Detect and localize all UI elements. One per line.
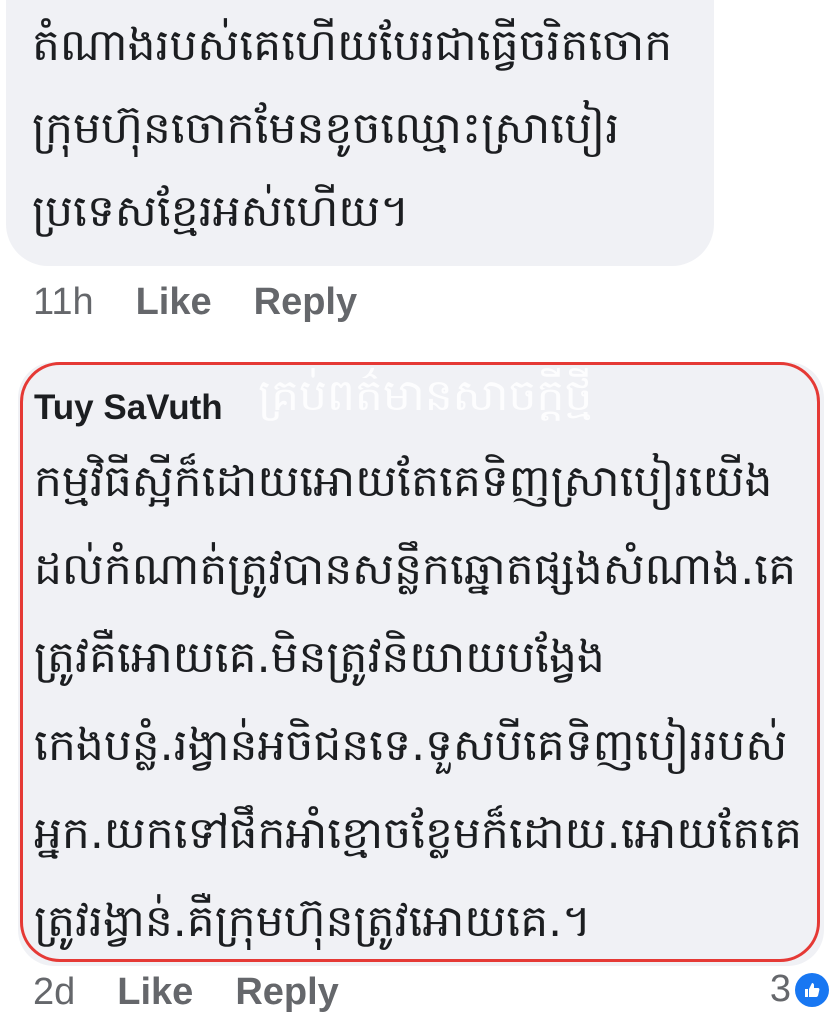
- comment-text-line: កម្មវិធីស្អីក៏ដោយអោយតែគេទិញស្រាបៀរយើង: [34, 456, 773, 507]
- like-button[interactable]: Like: [136, 281, 212, 324]
- comment-bubble: Tuy SaVuth កម្មវិធីស្អីក៏ដោយអោយតែគេទិញស្…: [18, 362, 824, 966]
- reply-button[interactable]: Reply: [235, 971, 338, 1014]
- comment-author[interactable]: Tuy SaVuth: [34, 378, 824, 438]
- like-button[interactable]: Like: [117, 971, 193, 1014]
- comment-actions: 2d Like Reply: [33, 966, 339, 1018]
- comment-timestamp[interactable]: 2d: [33, 971, 75, 1014]
- comment-bubble: តំណាងរបស់គេហើយបែរជាធ្វើចរិតចោក ក្រុមហ៊ុន…: [6, 0, 714, 266]
- comment-text-line: ត្រូវគឺអោយគេ.មិនត្រូវនិយាយបង្វែង: [34, 632, 605, 683]
- reaction-count: 3: [769, 968, 791, 1010]
- comment-text-line: ក្រុមហ៊ុនចោកមែនខូចឈ្មោះស្រាបៀរ: [32, 103, 620, 154]
- reply-button[interactable]: Reply: [254, 281, 357, 324]
- comment-text-line: តំណាងរបស់គេហើយបែរជាធ្វើចរិតចោក: [32, 20, 673, 71]
- comment-body: កម្មវិធីស្អីក៏ដោយអោយតែគេទិញស្រាបៀរយើង ដល…: [34, 438, 824, 966]
- comments-screenshot: តំណាងរបស់គេហើយបែរជាធ្វើចរិតចោក ក្រុមហ៊ុន…: [0, 0, 833, 1024]
- comment-timestamp[interactable]: 11h: [33, 281, 94, 324]
- thumbs-up-glyph: [805, 982, 820, 997]
- comment-text-line: ប្រទេសខ្មែរអស់ហើយ។: [32, 186, 410, 237]
- comment-text-line: កេងបន្លំ.រង្វាន់អចិជនទេ.ទួសបីគេទិញបៀររបស…: [34, 720, 788, 771]
- thumbs-up-icon: [795, 972, 829, 1007]
- reaction-summary[interactable]: 3: [770, 968, 829, 1011]
- comment-actions: 11h Like Reply: [33, 276, 357, 328]
- comment-text-line: អ្នក.យកទៅផឹកអាំខ្មោចខ្លែមក៏ដោយ.អោយតែគេ: [34, 808, 803, 859]
- comment-text-line: ដល់កំណាត់ត្រូវបានសន្លឹកឆ្នោតផ្សងសំណាង.គេ: [34, 544, 797, 595]
- comment-text-line: ត្រូវរង្វាន់.គឺក្រុមហ៊ុនត្រូវអោយគេ.។: [34, 896, 592, 947]
